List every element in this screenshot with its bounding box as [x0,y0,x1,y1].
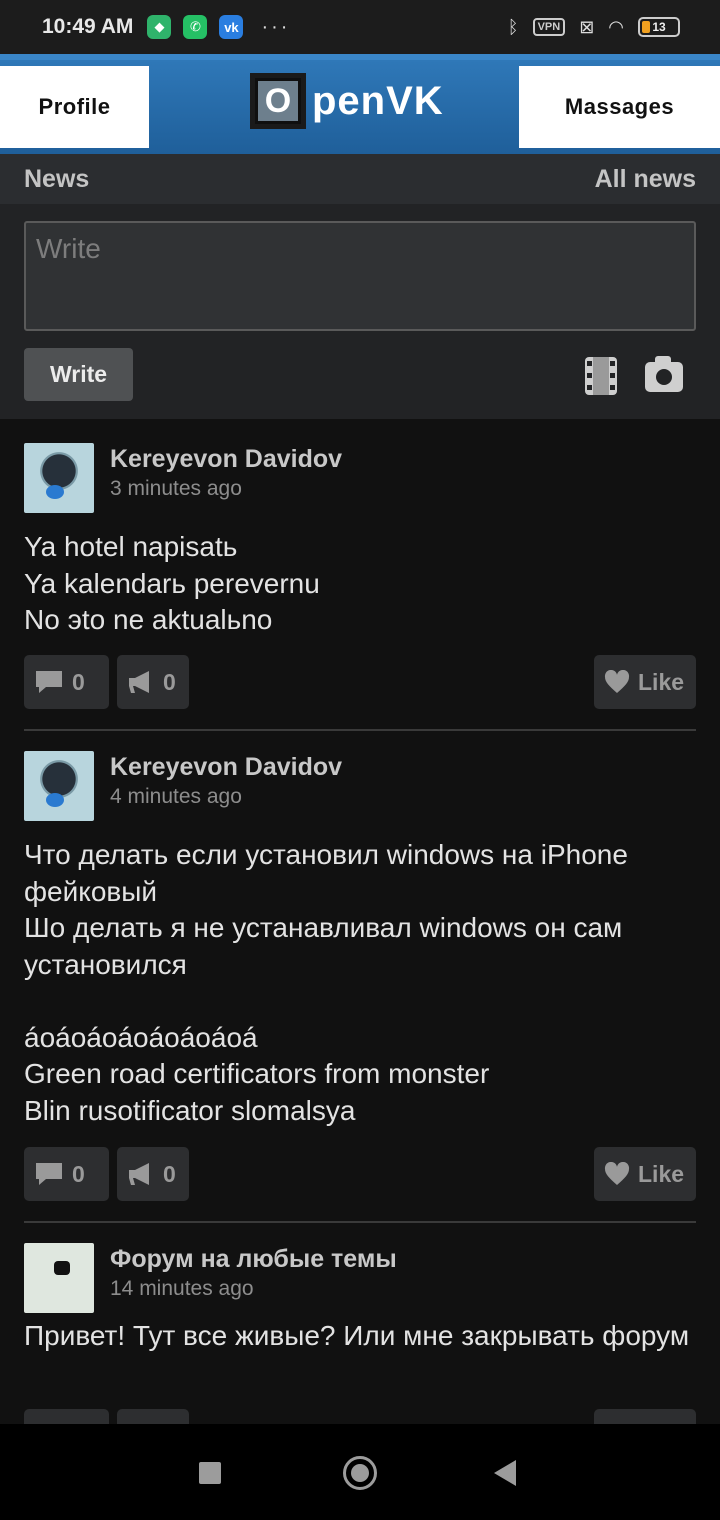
news-bar: News All news [0,154,720,204]
profile-button[interactable]: Profile [0,66,149,148]
post-author[interactable]: Форум на любые темы [110,1245,397,1274]
post: Kereyevon Davidov 3 minutes ago Ya hotel… [24,443,696,713]
like-label: Like [638,668,685,695]
openvk-logo[interactable]: O penVK [250,72,444,130]
write-button[interactable]: Write [24,348,133,401]
whatsapp-icon: ✆ [183,15,208,39]
heart-icon [604,670,630,693]
like-button[interactable]: Like [594,1147,696,1201]
video-attach-icon[interactable] [585,357,617,395]
status-indicators: ᛒ VPN ⊠ ◠ 13 [508,17,680,38]
no-sim-icon: ⊠ [579,16,595,37]
repost-count: 0 [163,1160,176,1187]
system-nav-bar [0,1424,720,1520]
like-button[interactable] [594,1409,696,1424]
post-text: Ya hotel napisatь Ya kalendarь perevernu… [24,531,320,635]
wifi-icon: ◠ [608,16,624,37]
author-avatar[interactable] [24,751,94,821]
heart-icon [604,1162,630,1185]
comment-icon [36,671,62,693]
comment-button[interactable]: 0 [24,655,109,709]
post: Форум на любые темы 14 minutes ago Приве… [24,1243,696,1424]
post-time[interactable]: 14 minutes ago [110,1277,254,1301]
comment-count: 0 [72,1160,85,1187]
post-divider [24,1221,696,1223]
vk-icon: vk [219,15,244,39]
post-time[interactable]: 4 minutes ago [110,785,242,809]
photo-attach-icon[interactable] [645,356,683,392]
megaphone-icon [129,1163,149,1185]
like-button[interactable]: Like [594,655,696,709]
post-divider [24,729,696,731]
logo-mark: O [250,73,306,129]
messages-button[interactable]: Massages [519,66,720,148]
status-time: 10:49 AM [42,15,134,38]
battery-level: 13 [652,20,666,34]
repost-button[interactable]: 0 [117,1147,189,1201]
post: Kereyevon Davidov 4 minutes ago Что дела… [24,751,696,1206]
comment-icon [36,1163,62,1185]
more-notifications-icon: ··· [261,15,291,38]
author-avatar[interactable] [24,1243,94,1313]
post-time[interactable]: 3 minutes ago [110,477,242,501]
post-text: Привет! Тут все живые? Или мне закрывать… [24,1320,690,1351]
repost-count: 0 [163,668,176,695]
news-title: News [24,164,90,193]
logo-letter: O [255,78,301,124]
shield-app-icon: ◆ [147,15,172,39]
write-input[interactable]: Write [24,221,696,331]
battery-icon: 13 [638,17,680,37]
repost-button[interactable]: 0 [117,655,189,709]
post-author[interactable]: Kereyevon Davidov [110,445,342,474]
post-author[interactable]: Kereyevon Davidov [110,753,342,782]
like-label: Like [638,1160,685,1187]
megaphone-icon [129,671,149,693]
comment-button[interactable]: 0 [24,1147,109,1201]
all-news-link[interactable]: All news [595,165,696,194]
author-avatar[interactable] [24,443,94,513]
home-icon[interactable] [343,1456,377,1490]
recents-icon[interactable] [199,1462,221,1484]
status-bar: 10:49 AM ◆ ✆ vk ··· ᛒ VPN ⊠ ◠ 13 [0,0,720,54]
bluetooth-icon: ᛒ [507,16,519,37]
comment-count: 0 [72,668,85,695]
app-header: Profile O penVK Massages [0,54,720,154]
repost-button[interactable] [117,1409,189,1424]
comment-button[interactable] [24,1409,109,1424]
post-text: Что делать если установил windows на iPh… [24,839,628,1126]
logo-text: penVK [312,78,444,123]
post-composer: Write Write [0,204,720,419]
vpn-badge: VPN [532,18,566,36]
back-icon[interactable] [494,1460,516,1486]
